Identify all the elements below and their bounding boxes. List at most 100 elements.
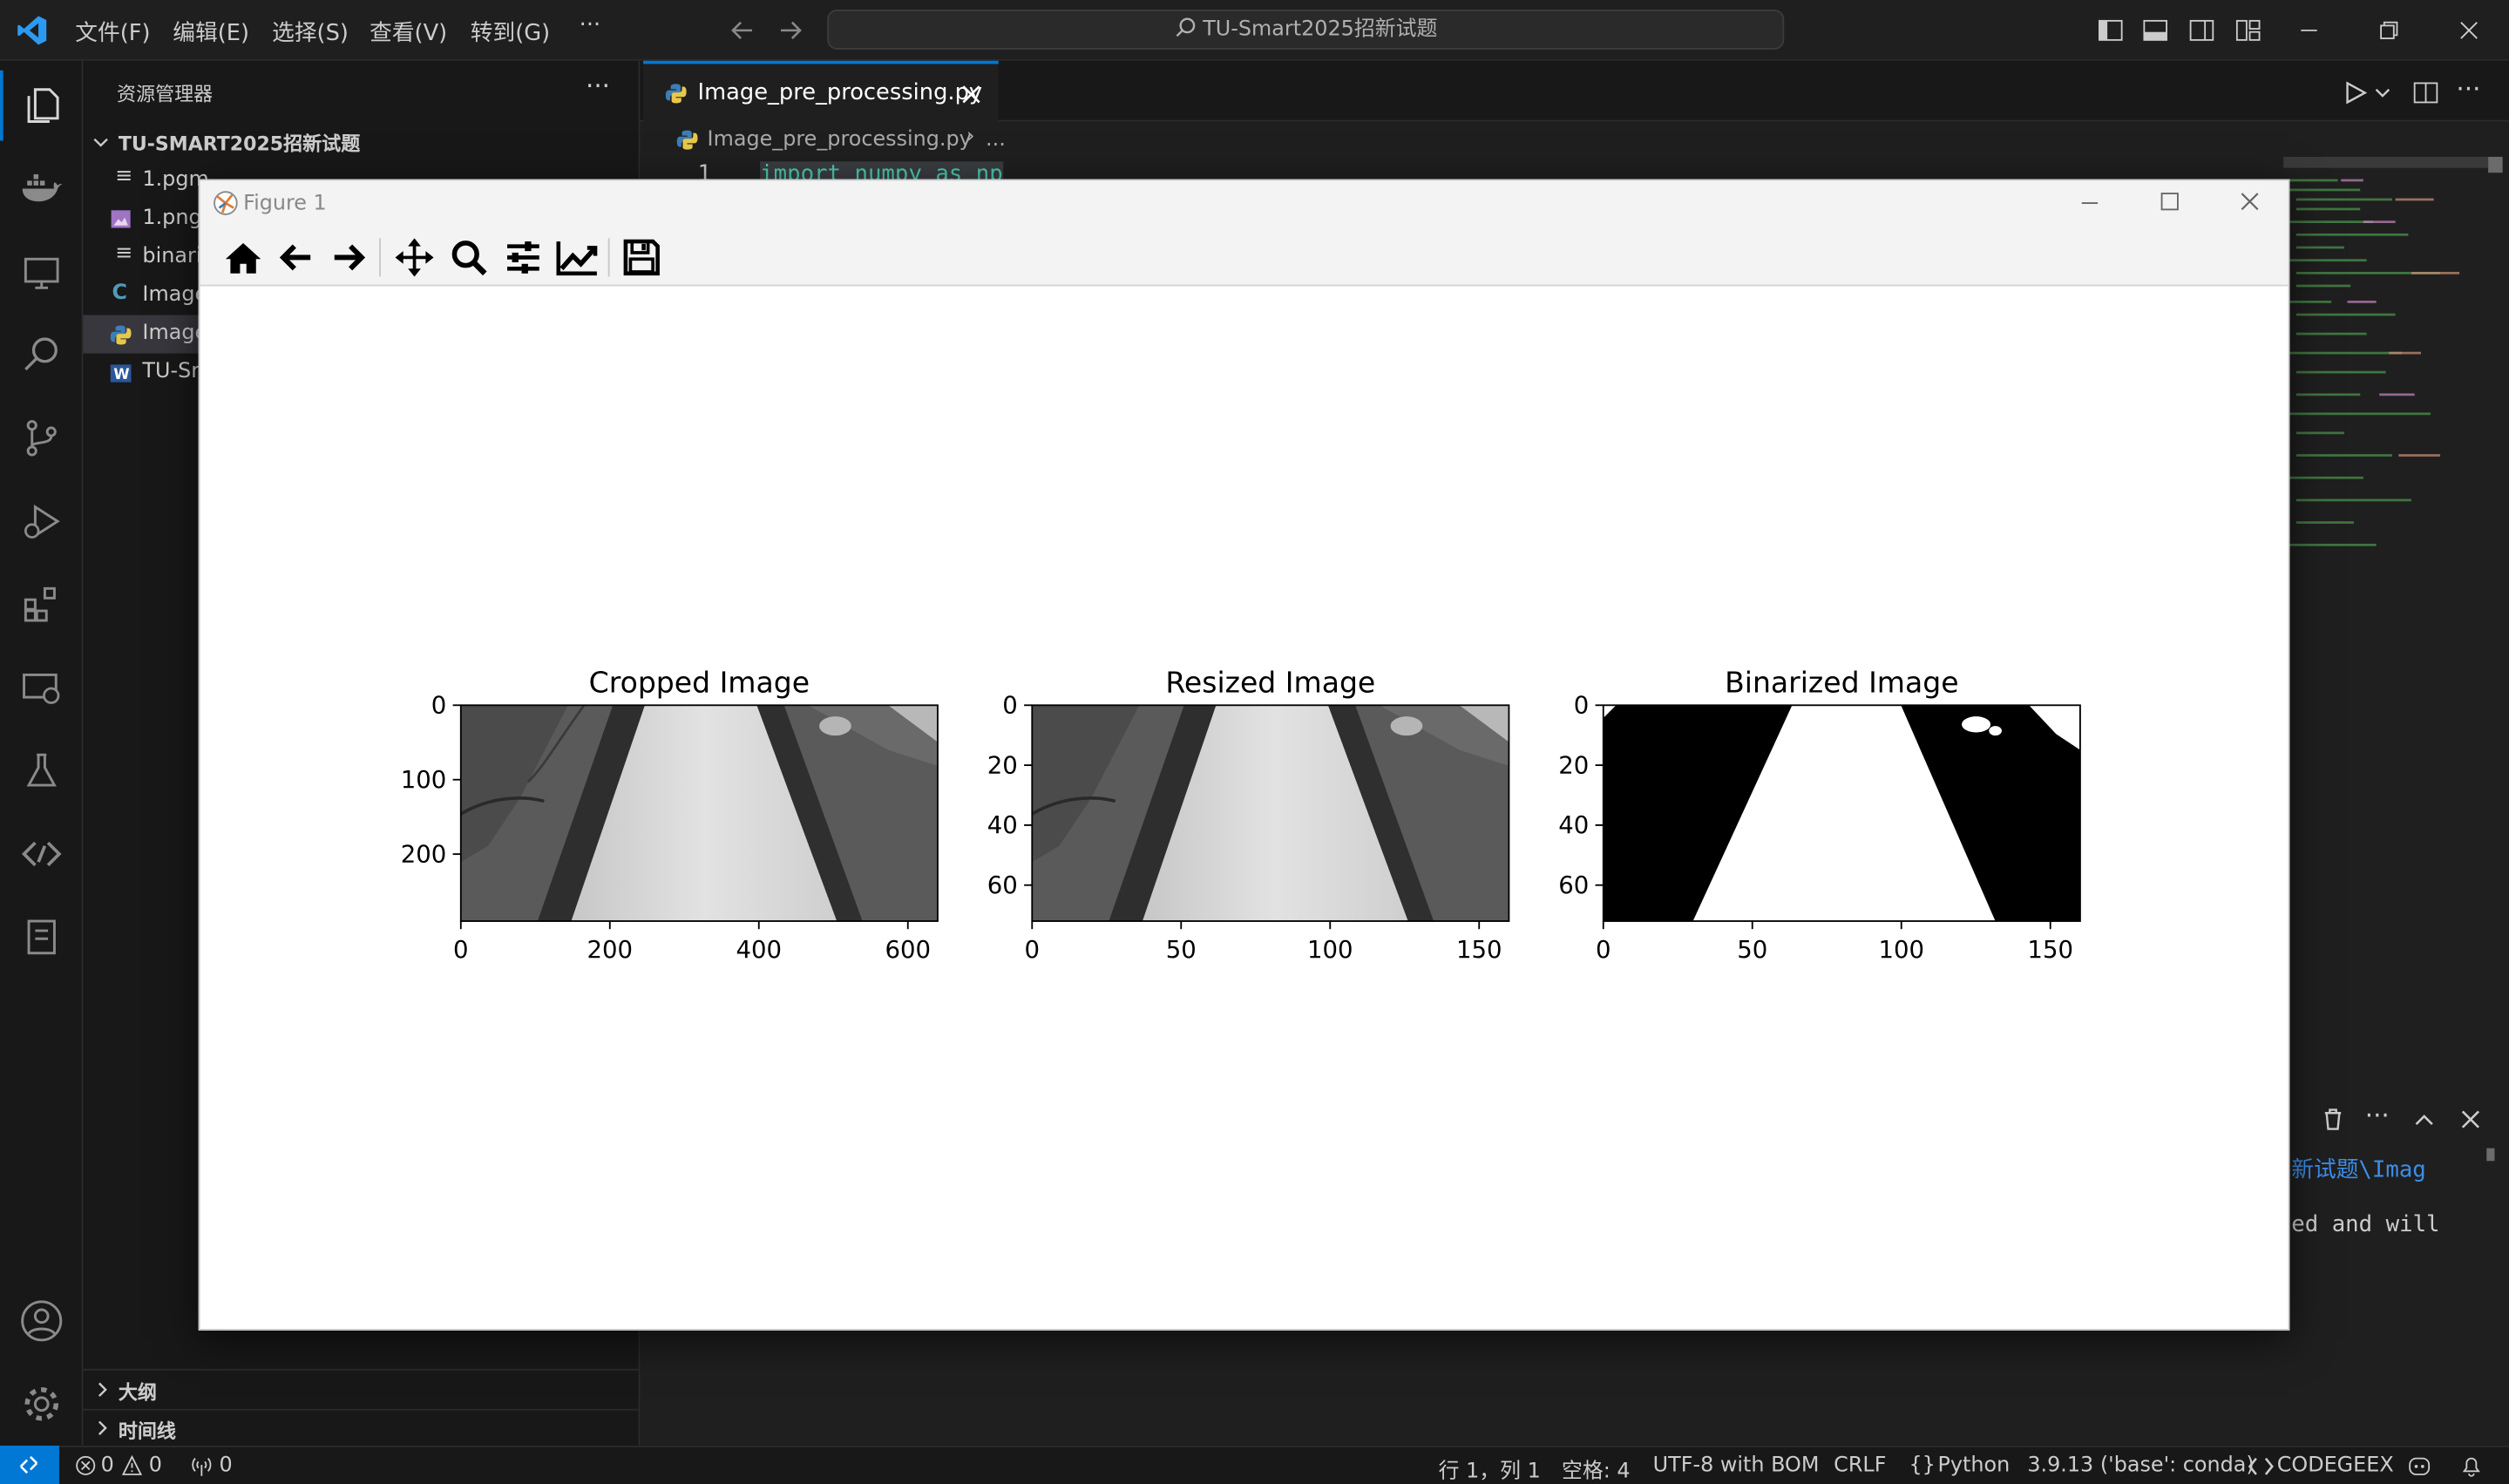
menu-file[interactable]: 文件(F): [75, 16, 150, 48]
remote-explorer-icon: [24, 257, 59, 289]
minimize-icon[interactable]: [2298, 19, 2321, 42]
figure-close-icon[interactable]: [2241, 192, 2260, 211]
customize-layout-icon[interactable]: [2235, 17, 2261, 43]
codegeex-button[interactable]: [0, 812, 83, 895]
run-debug-button[interactable]: [0, 480, 83, 563]
back-button[interactable]: [272, 235, 320, 280]
settings-button[interactable]: [0, 1363, 83, 1446]
close-tab-icon[interactable]: [961, 85, 980, 104]
line-chart-icon: [556, 241, 598, 276]
warning-icon[interactable]: [121, 1454, 143, 1476]
language-mode[interactable]: Python: [1938, 1454, 2011, 1478]
figure-canvas[interactable]: Cropped Image 0 200 400 6000100200 Resiz…: [200, 286, 2289, 1329]
title-bar: 文件(F) 编辑(E) 选择(S) 查看(V) 转到(G) ··· TU-Sma…: [0, 0, 2509, 61]
terminal-scrollbar[interactable]: [2486, 1148, 2495, 1162]
breadcrumb-more[interactable]: ...: [986, 128, 1006, 152]
folder-name: TU-SMART2025招新试题: [118, 132, 361, 156]
chevron-up-icon[interactable]: [2413, 1108, 2436, 1131]
x-tick-label: 50: [1737, 936, 1767, 964]
explorer-more-button[interactable]: ···: [586, 71, 610, 101]
toggle-panel-icon[interactable]: [2143, 17, 2168, 43]
menu-selection[interactable]: 选择(S): [272, 16, 349, 48]
encoding[interactable]: UTF-8 with BOM: [1653, 1454, 1820, 1478]
search-button[interactable]: [0, 314, 83, 396]
subplot-cropped: Cropped Image 0 200 400 600 0 100 200: [401, 666, 939, 964]
forward-arrow-icon: [334, 244, 366, 271]
remote-window-button[interactable]: [0, 646, 83, 728]
error-count[interactable]: 0: [101, 1454, 114, 1478]
flask-icon: [26, 753, 57, 787]
x-tick-label: 150: [2027, 936, 2073, 964]
breadcrumb-file[interactable]: Image_pre_processing.py: [708, 128, 972, 152]
search-text: TU-Smart2025招新试题: [1203, 17, 1438, 42]
toggle-primary-sidebar-icon[interactable]: [2098, 17, 2123, 43]
edit-axes-button[interactable]: [553, 235, 601, 280]
ports-count[interactable]: 0: [220, 1454, 233, 1478]
x-tick-label: 400: [736, 936, 782, 964]
timeline-section[interactable]: 时间线: [83, 1411, 640, 1446]
copilot-icon[interactable]: [2406, 1454, 2431, 1478]
error-icon[interactable]: [75, 1455, 96, 1476]
python-file-icon: [110, 325, 132, 345]
minimap[interactable]: [2283, 156, 2509, 557]
restore-icon[interactable]: [2377, 19, 2400, 42]
pan-button[interactable]: [390, 235, 438, 280]
tab-image-pre-processing[interactable]: Image_pre_processing.py: [643, 60, 999, 122]
outline-section[interactable]: 大纲: [83, 1372, 640, 1407]
python-interpreter[interactable]: 3.9.13 ('base': conda): [2027, 1454, 2254, 1478]
command-center-search[interactable]: TU-Smart2025招新试题: [827, 10, 1785, 50]
plot-title: Cropped Image: [589, 666, 810, 700]
chevron-down-icon[interactable]: [2375, 85, 2390, 100]
forward-button[interactable]: [325, 235, 373, 280]
remote-explorer-button[interactable]: [0, 230, 83, 313]
text-file-icon: ≡: [115, 165, 133, 189]
remote-indicator[interactable]: [0, 1445, 59, 1484]
source-control-button[interactable]: [0, 396, 83, 479]
testing-button[interactable]: [0, 729, 83, 812]
indentation[interactable]: 空格: 4: [1562, 1454, 1631, 1484]
save-figure-button[interactable]: [618, 235, 666, 280]
forward-arrow-icon[interactable]: [777, 17, 803, 43]
menu-edit[interactable]: 编辑(E): [173, 16, 249, 48]
status-bar: 0 0 0 行 1，列 1 空格: 4 UTF-8 with BOM CRLF …: [0, 1445, 2509, 1484]
menu-view[interactable]: 查看(V): [370, 16, 447, 48]
configure-subplots-button[interactable]: [499, 235, 547, 280]
editor-more-button[interactable]: ···: [2456, 73, 2480, 104]
y-tick-label: 200: [401, 840, 447, 868]
run-python-file-icon[interactable]: [2343, 80, 2368, 105]
accounts-button[interactable]: [0, 1279, 83, 1362]
zoom-button[interactable]: [444, 235, 492, 280]
y-tick-label: 60: [987, 871, 1018, 899]
close-panel-icon[interactable]: [2459, 1108, 2482, 1131]
sliders-icon: [507, 241, 539, 274]
figure-title: Figure 1: [243, 192, 327, 216]
figure-title-bar: Figure 1: [200, 180, 2289, 229]
menu-more[interactable]: ···: [580, 13, 601, 38]
ports-icon[interactable]: [190, 1455, 213, 1476]
split-editor-icon[interactable]: [2413, 80, 2438, 105]
docker-button[interactable]: [0, 147, 83, 230]
folder-row[interactable]: TU-SMART2025招新试题: [83, 125, 640, 159]
gear-icon: [24, 1386, 59, 1421]
language-braces-icon[interactable]: {}: [1909, 1454, 1935, 1478]
explorer-button[interactable]: [0, 64, 83, 146]
cursor-position[interactable]: 行 1，列 1: [1439, 1454, 1541, 1484]
home-button[interactable]: [220, 235, 268, 280]
trash-icon[interactable]: [2320, 1107, 2345, 1132]
breadcrumb: Image_pre_processing.py › ...: [640, 121, 2283, 159]
terminal-more-button[interactable]: ···: [2365, 1101, 2390, 1131]
figure-maximize-icon[interactable]: [2160, 192, 2180, 211]
extensions-button[interactable]: [0, 563, 83, 646]
end-of-line[interactable]: CRLF: [1834, 1454, 1886, 1478]
figure-minimize-icon[interactable]: [2080, 193, 2099, 213]
close-window-icon[interactable]: [2458, 19, 2480, 42]
bell-icon[interactable]: [2461, 1454, 2482, 1478]
toggle-secondary-sidebar-icon[interactable]: [2189, 17, 2214, 43]
back-arrow-icon[interactable]: [729, 17, 755, 43]
account-icon: [21, 1300, 63, 1342]
codegeex-status[interactable]: CODEGEEX: [2277, 1454, 2394, 1478]
menu-go[interactable]: 转到(G): [471, 16, 550, 48]
tab-label: Image_pre_processing.py: [697, 79, 983, 106]
warning-count[interactable]: 0: [149, 1454, 162, 1478]
notebook-button[interactable]: [0, 896, 83, 979]
